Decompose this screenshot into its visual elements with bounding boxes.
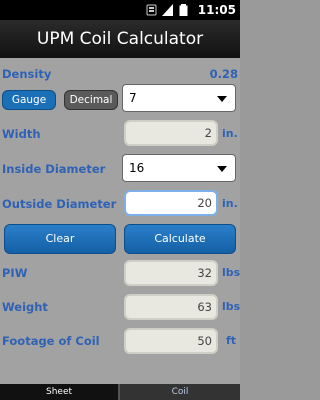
clear-button[interactable]: Clear — [4, 224, 116, 254]
piw-label: PIW — [2, 266, 28, 280]
inside-diameter-label: Inside Diameter — [2, 162, 106, 176]
piw-output: 32 — [124, 260, 218, 286]
decimal-toggle-button[interactable]: Decimal — [64, 90, 118, 110]
tab-coil[interactable]: Coil — [120, 384, 240, 400]
status-clock: 11:05 — [197, 3, 236, 17]
density-value: 0.28 — [209, 67, 238, 81]
width-label: Width — [2, 127, 41, 141]
tab-sheet[interactable]: Sheet — [0, 384, 118, 400]
app-title-bar: UPM Coil Calculator — [0, 20, 240, 58]
weight-unit: lbs — [222, 300, 241, 313]
coil-form: Density 0.28 Gauge Decimal 7 Width 2 in.… — [0, 58, 240, 384]
weight-output: 63 — [124, 294, 218, 320]
inside-diameter-select[interactable]: 16 — [122, 154, 236, 182]
footage-unit: ft — [226, 334, 237, 347]
dropdown-caret-icon — [217, 166, 227, 172]
outside-diameter-input[interactable]: 20 — [124, 190, 218, 216]
width-input[interactable]: 2 — [124, 120, 218, 146]
gauge-select[interactable]: 7 — [122, 84, 236, 112]
outside-diameter-label: Outside Diameter — [2, 197, 117, 211]
gauge-select-value: 7 — [129, 91, 137, 105]
density-label: Density — [2, 67, 52, 81]
notification-icon — [146, 4, 157, 16]
battery-icon — [179, 4, 188, 16]
gauge-toggle-button[interactable]: Gauge — [2, 90, 56, 110]
piw-unit: lbs — [222, 266, 241, 279]
dropdown-caret-icon — [217, 96, 227, 102]
app-title: UPM Coil Calculator — [36, 29, 204, 49]
weight-label: Weight — [2, 300, 48, 314]
calculate-button[interactable]: Calculate — [124, 224, 236, 254]
bottom-tab-bar: Sheet Coil — [0, 384, 240, 400]
footage-label: Footage of Coil — [2, 334, 100, 348]
footage-output: 50 — [124, 328, 218, 354]
signal-icon — [161, 4, 173, 16]
inside-diameter-value: 16 — [129, 161, 145, 175]
outside-diameter-unit: in. — [222, 197, 238, 210]
status-bar: 11:05 — [0, 0, 240, 20]
width-unit: in. — [222, 127, 238, 140]
